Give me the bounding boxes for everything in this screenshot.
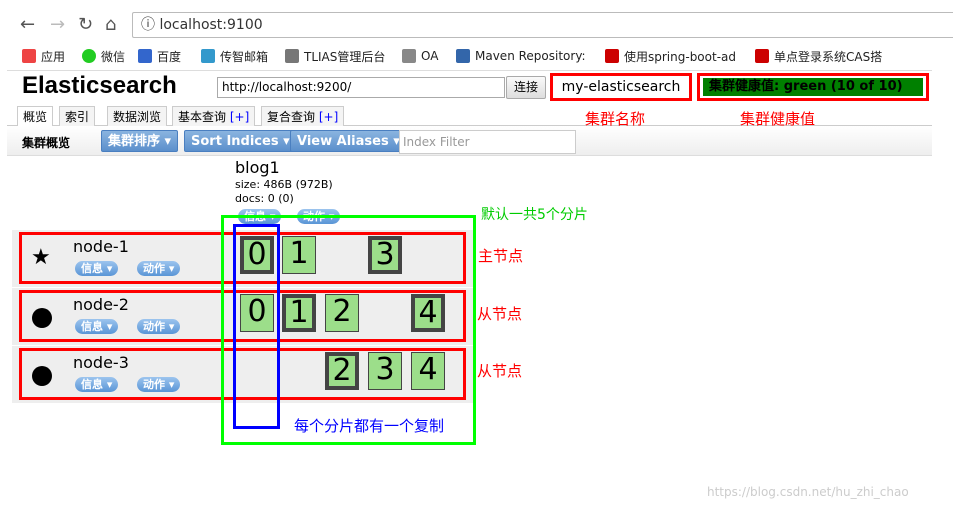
- connect-button[interactable]: 连接: [506, 76, 546, 99]
- index-docs: docs: 0 (0): [235, 192, 294, 205]
- tab-1[interactable]: 索引: [59, 106, 96, 127]
- bookmark[interactable]: OA: [402, 46, 438, 66]
- home-button[interactable]: ⌂: [105, 14, 116, 35]
- bookmark[interactable]: TLIAS管理后台: [285, 46, 385, 66]
- annotation-slave-2: 从节点: [477, 362, 523, 380]
- tab-4[interactable]: 复合查询 [+]: [261, 106, 345, 127]
- annotation-slave-1: 从节点: [477, 305, 523, 323]
- bookmark[interactable]: 应用: [22, 46, 65, 66]
- mail-icon: [201, 49, 215, 63]
- tab-3[interactable]: 基本查询 [+]: [172, 106, 256, 127]
- annotation-master: 主节点: [478, 247, 524, 265]
- node-name: node-3: [73, 353, 129, 372]
- node-info-button[interactable]: 信息 ▾: [75, 377, 119, 392]
- annotation-default-shards: 默认一共5个分片: [481, 207, 588, 223]
- sort-indices-button[interactable]: Sort Indices ▾: [184, 130, 297, 152]
- app-title: Elasticsearch: [22, 72, 177, 99]
- globe-icon: [285, 49, 299, 63]
- tab-2[interactable]: 数据浏览: [107, 106, 168, 127]
- node-action-button[interactable]: 动作 ▾: [137, 261, 181, 276]
- index-name: blog1: [235, 158, 280, 177]
- tab-0[interactable]: 概览: [17, 106, 54, 128]
- annotation-cluster-health: 集群健康值: [740, 110, 816, 128]
- node-name: node-2: [73, 295, 129, 314]
- node-action-button[interactable]: 动作 ▾: [137, 319, 181, 334]
- bookmark[interactable]: Maven Repository:: [456, 46, 586, 66]
- sort-cluster-button[interactable]: 集群排序 ▾: [101, 130, 179, 152]
- bookmark[interactable]: 使用spring-boot-ad: [605, 46, 736, 66]
- index-filter-input[interactable]: Index Filter: [399, 130, 576, 154]
- bookmark[interactable]: 单点登录系统CAS搭: [755, 46, 882, 66]
- cluster-name: my-elasticsearch: [550, 73, 692, 101]
- bookmark[interactable]: 百度: [138, 46, 181, 66]
- node-action-button[interactable]: 动作 ▾: [137, 377, 181, 392]
- circle-icon: [32, 366, 52, 386]
- wechat-icon: [82, 49, 96, 63]
- address-bar[interactable]: ⓘ localhost:9100: [132, 12, 953, 38]
- cluster-health-status: 集群健康值: green (10 of 10): [703, 78, 923, 96]
- back-button[interactable]: ←: [20, 14, 35, 35]
- maven-icon: [456, 49, 470, 63]
- bookmark[interactable]: 传智邮箱: [201, 46, 268, 66]
- baidu-icon: [138, 49, 152, 63]
- view-aliases-button[interactable]: View Aliases ▾: [290, 130, 407, 152]
- index-size: size: 486B (972B): [235, 178, 333, 191]
- bookmark[interactable]: 微信: [82, 46, 125, 66]
- node-name: node-1: [73, 237, 129, 256]
- circle-icon: [32, 308, 52, 328]
- node-info-button[interactable]: 信息 ▾: [75, 261, 119, 276]
- csdn-icon: [605, 49, 619, 63]
- annotation-cluster-name: 集群名称: [585, 110, 646, 128]
- apps-grid-icon: [22, 49, 36, 63]
- annotation-replica: 每个分片都有一个复制: [294, 417, 445, 435]
- shard-0-highlight: [233, 224, 280, 429]
- star-icon: ★: [31, 245, 51, 270]
- cluster-overview-label: 集群概览: [22, 136, 71, 150]
- forward-button[interactable]: →: [50, 14, 65, 35]
- csdn-icon: [755, 49, 769, 63]
- watermark: https://blog.csdn.net/hu_zhi_chao: [707, 485, 909, 499]
- reload-button[interactable]: ↻: [78, 14, 93, 35]
- node-info-button[interactable]: 信息 ▾: [75, 319, 119, 334]
- oa-icon: [402, 49, 416, 63]
- info-icon: ⓘ: [141, 17, 160, 33]
- cluster-url-input[interactable]: http://localhost:9200/: [217, 77, 505, 98]
